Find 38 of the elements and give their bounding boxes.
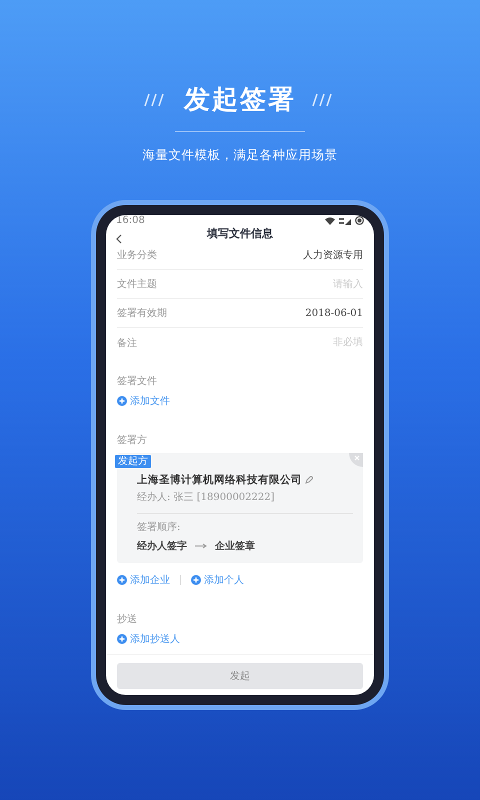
- add-icon: [117, 634, 127, 644]
- field-label: 签署有效期: [117, 306, 167, 320]
- target-icon: [355, 216, 364, 225]
- pencil-icon[interactable]: [305, 476, 313, 484]
- company-name: 上海圣博计算机网络科技有限公司: [137, 473, 302, 487]
- wifi-icon: [325, 216, 335, 224]
- initiator-badge: 发起方: [115, 455, 151, 468]
- back-icon[interactable]: [116, 234, 122, 244]
- close-icon[interactable]: [349, 453, 363, 467]
- field-value[interactable]: 人力资源专用: [303, 248, 363, 262]
- headline: 发起签署: [184, 84, 296, 117]
- add-link-label: 添加企业: [130, 574, 170, 587]
- page-title: 填写文件信息: [207, 226, 273, 241]
- add-link-label: 添加抄送人: [130, 632, 180, 646]
- add-link[interactable]: 添加企业: [117, 573, 170, 587]
- add-link[interactable]: 添加个人: [191, 573, 244, 587]
- field-value[interactable]: 2018-06-01: [305, 308, 363, 318]
- add-link[interactable]: 添加文件: [117, 394, 170, 408]
- field-label: 文件主题: [117, 278, 157, 291]
- field-label: 业务分类: [117, 248, 157, 262]
- status-time: 16:08: [116, 215, 145, 226]
- section-title: 签署文件: [117, 376, 157, 387]
- order-label: 签署顺序:: [137, 520, 182, 534]
- arrow-icon: [195, 543, 207, 549]
- add-icon: [117, 575, 127, 585]
- handler-info: 经办人: 张三 [18900002222]: [137, 490, 276, 504]
- section-title: 抄送: [117, 614, 137, 625]
- subtitle: 海量文件模板，满足各种应用场景: [142, 147, 338, 164]
- add-link-label: 添加文件: [130, 394, 170, 408]
- signing-step: 企业签章: [215, 539, 255, 553]
- section-title: 签署方: [117, 435, 147, 446]
- add-link-label: 添加个人: [204, 574, 244, 587]
- signing-step: 经办人签字: [137, 539, 187, 553]
- add-icon: [191, 575, 201, 585]
- signal-icon: [339, 216, 351, 224]
- field-label: 备注: [117, 336, 137, 350]
- add-icon: [117, 396, 127, 406]
- add-link[interactable]: 添加抄送人: [117, 632, 180, 646]
